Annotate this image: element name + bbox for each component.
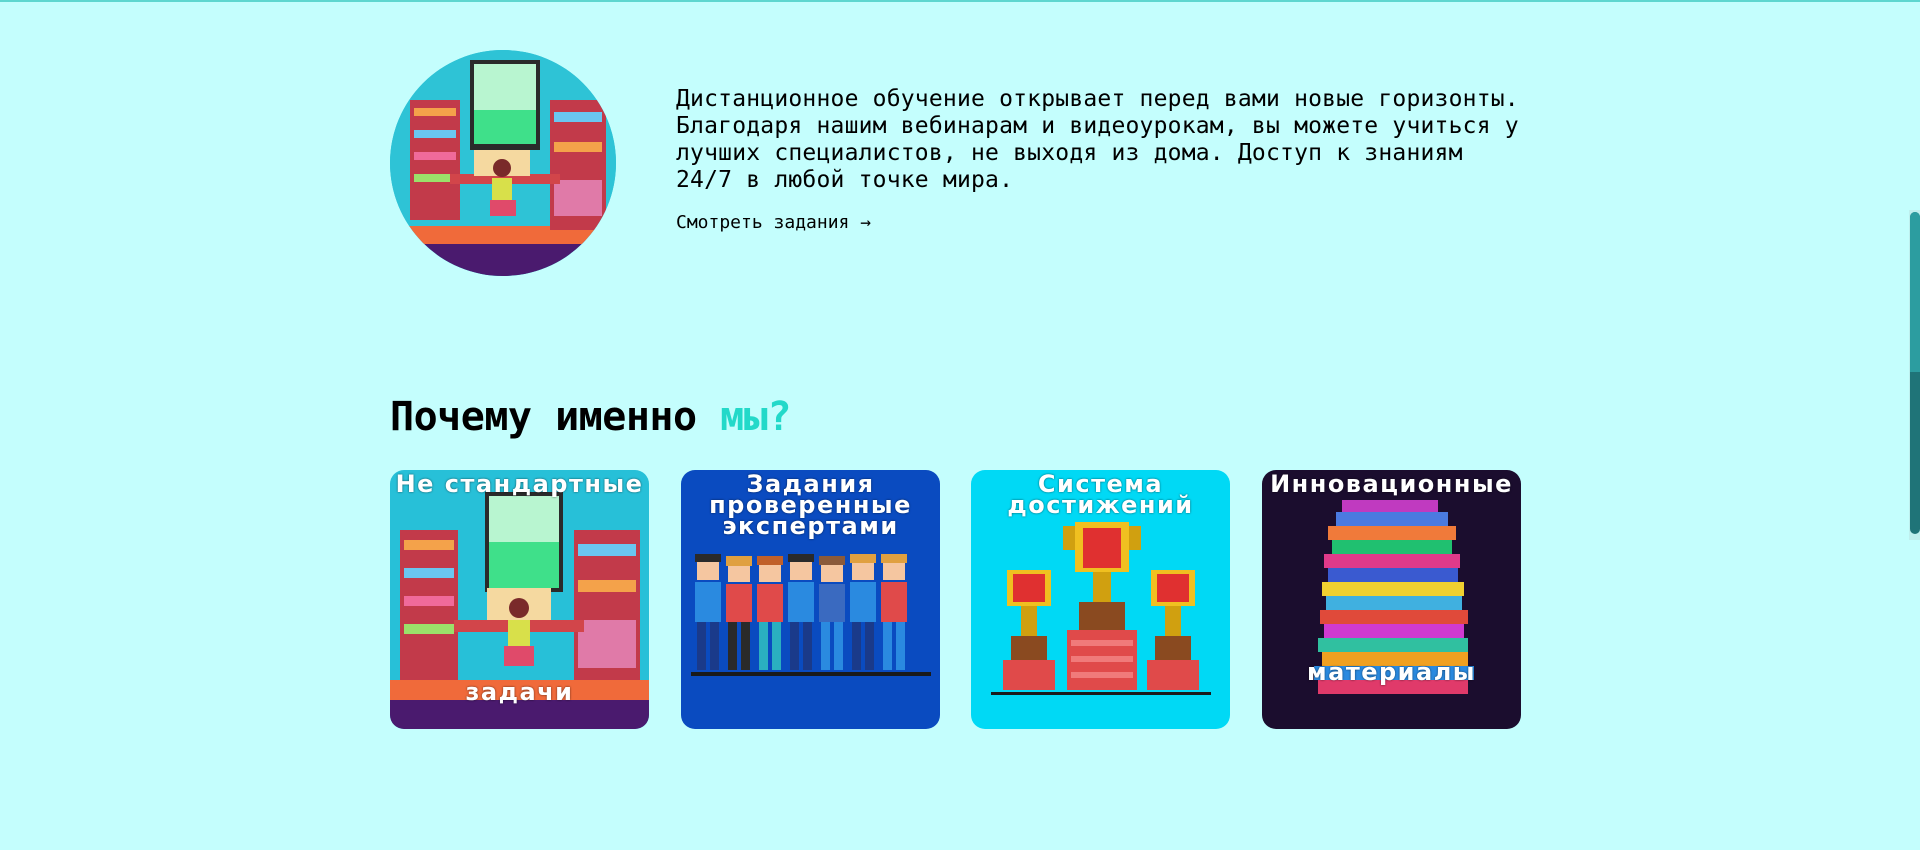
- section-title-accent: мы?: [720, 394, 791, 440]
- section-title: Почему именно мы?: [390, 394, 791, 440]
- feature-card-achievements[interactable]: Система достижений: [971, 470, 1230, 729]
- card-subtitle: материалы: [1307, 658, 1476, 686]
- scrollbar-thumb[interactable]: [1910, 212, 1920, 534]
- feature-card-innovative-materials[interactable]: Инновационные материалы: [1262, 470, 1521, 729]
- books-illustration: [1262, 470, 1521, 729]
- section-title-main: Почему именно: [390, 394, 697, 440]
- card-title: Не стандартные: [395, 470, 644, 498]
- card-subtitle: задачи: [465, 678, 574, 706]
- feature-card-expert-tasks[interactable]: Задания проверенные экспертами: [681, 470, 940, 729]
- card-title: Система достижений: [1007, 470, 1194, 519]
- feature-card-nonstandard-tasks[interactable]: Не стандартные задачи: [390, 470, 649, 729]
- card-title: Инновационные: [1270, 470, 1513, 498]
- top-divider: [0, 0, 1920, 2]
- hero-illustration: [390, 50, 616, 276]
- view-tasks-link[interactable]: Смотреть задания →: [676, 212, 871, 233]
- card-title: Задания проверенные экспертами: [709, 470, 912, 540]
- hero-description: Дистанционное обучение открывает перед в…: [676, 86, 1519, 193]
